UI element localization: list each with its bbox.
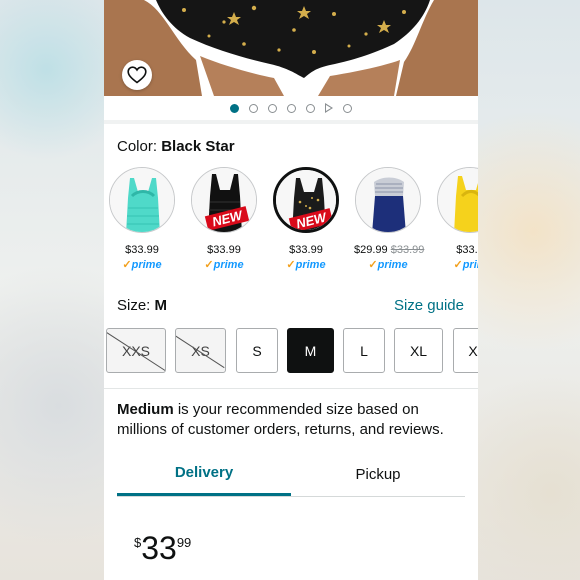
size-option-xs[interactable]: XS [175, 328, 226, 373]
prime-badge: ✓prim [453, 259, 478, 271]
product-price: $ 33 99 [134, 530, 191, 566]
size-recommendation: Medium is your recommended size based on… [117, 400, 469, 440]
product-page: Color: Black Star $33.99 ✓prime NEW $33.… [104, 0, 478, 580]
carousel-dot[interactable] [268, 103, 277, 113]
price-fraction: 99 [176, 535, 192, 550]
favorite-button[interactable] [122, 60, 152, 90]
size-value: M [154, 297, 168, 314]
color-swatch[interactable]: NEW $33.99 ✓prime [190, 167, 258, 271]
carousel-dot[interactable] [249, 103, 258, 113]
size-option-m[interactable]: M [287, 328, 334, 373]
carousel-dot[interactable] [287, 103, 296, 113]
tab-pickup[interactable]: Pickup [291, 452, 465, 496]
recommended-size: Medium [117, 401, 174, 418]
carousel-dot[interactable] [343, 103, 352, 113]
size-option-xl[interactable]: XL [394, 328, 443, 373]
carousel-indicators [104, 102, 478, 114]
color-selection-label: Color: Black Star [117, 138, 235, 155]
video-play-icon[interactable] [325, 103, 333, 113]
price-currency: $ [134, 535, 142, 550]
carousel-dot[interactable] [306, 103, 315, 113]
color-swatch-selected[interactable]: NEW $33.99 ✓prime [272, 167, 340, 271]
prime-badge: ✓prime [368, 259, 408, 271]
size-option-l[interactable]: L [343, 328, 385, 373]
color-label: Color: [117, 138, 162, 155]
color-swatch[interactable]: $29.99 $33.99 ✓prime [354, 167, 425, 271]
product-image[interactable] [104, 0, 478, 96]
swatch-price: $33.9 [456, 244, 478, 256]
size-guide-link[interactable]: Size guide [394, 297, 464, 314]
swatch-price: $33.99 [125, 244, 159, 256]
color-swatch[interactable]: $33.99 ✓prime [108, 167, 176, 271]
swatch-price: $29.99 $33.99 [354, 244, 425, 256]
carousel-dot[interactable] [230, 103, 239, 113]
size-label: Size: [117, 297, 155, 314]
swatch-image [437, 167, 478, 233]
tab-delivery[interactable]: Delivery [117, 452, 291, 496]
swimsuit-image [104, 0, 478, 96]
heart-icon [127, 66, 147, 84]
swatch-image [355, 167, 421, 233]
color-swatch[interactable]: $33.9 ✓prim [436, 167, 478, 271]
swatch-price: $33.99 [207, 244, 241, 256]
size-selection-label: Size: M [117, 297, 167, 314]
size-option-s[interactable]: S [236, 328, 278, 373]
swatch-price: $33.99 [289, 244, 323, 256]
swatch-image [109, 167, 175, 233]
divider [104, 120, 478, 124]
swatch-image: NEW [191, 167, 257, 233]
prime-badge: ✓prime [286, 259, 326, 271]
size-options: XXS XS S M L XL X [106, 328, 478, 374]
prime-badge: ✓prime [122, 259, 162, 271]
divider [104, 388, 478, 389]
size-option-xxs[interactable]: XXS [106, 328, 166, 373]
price-whole: 33 [141, 530, 177, 566]
color-value: Black Star [161, 138, 235, 155]
fulfillment-tabs: Delivery Pickup [117, 452, 465, 498]
prime-badge: ✓prime [204, 259, 244, 271]
size-option-x[interactable]: X [453, 328, 478, 373]
swatch-image: NEW [273, 167, 339, 233]
tabs-underline [117, 496, 465, 497]
color-swatches: $33.99 ✓prime NEW $33.99 ✓prime NEW $33.… [108, 167, 478, 277]
